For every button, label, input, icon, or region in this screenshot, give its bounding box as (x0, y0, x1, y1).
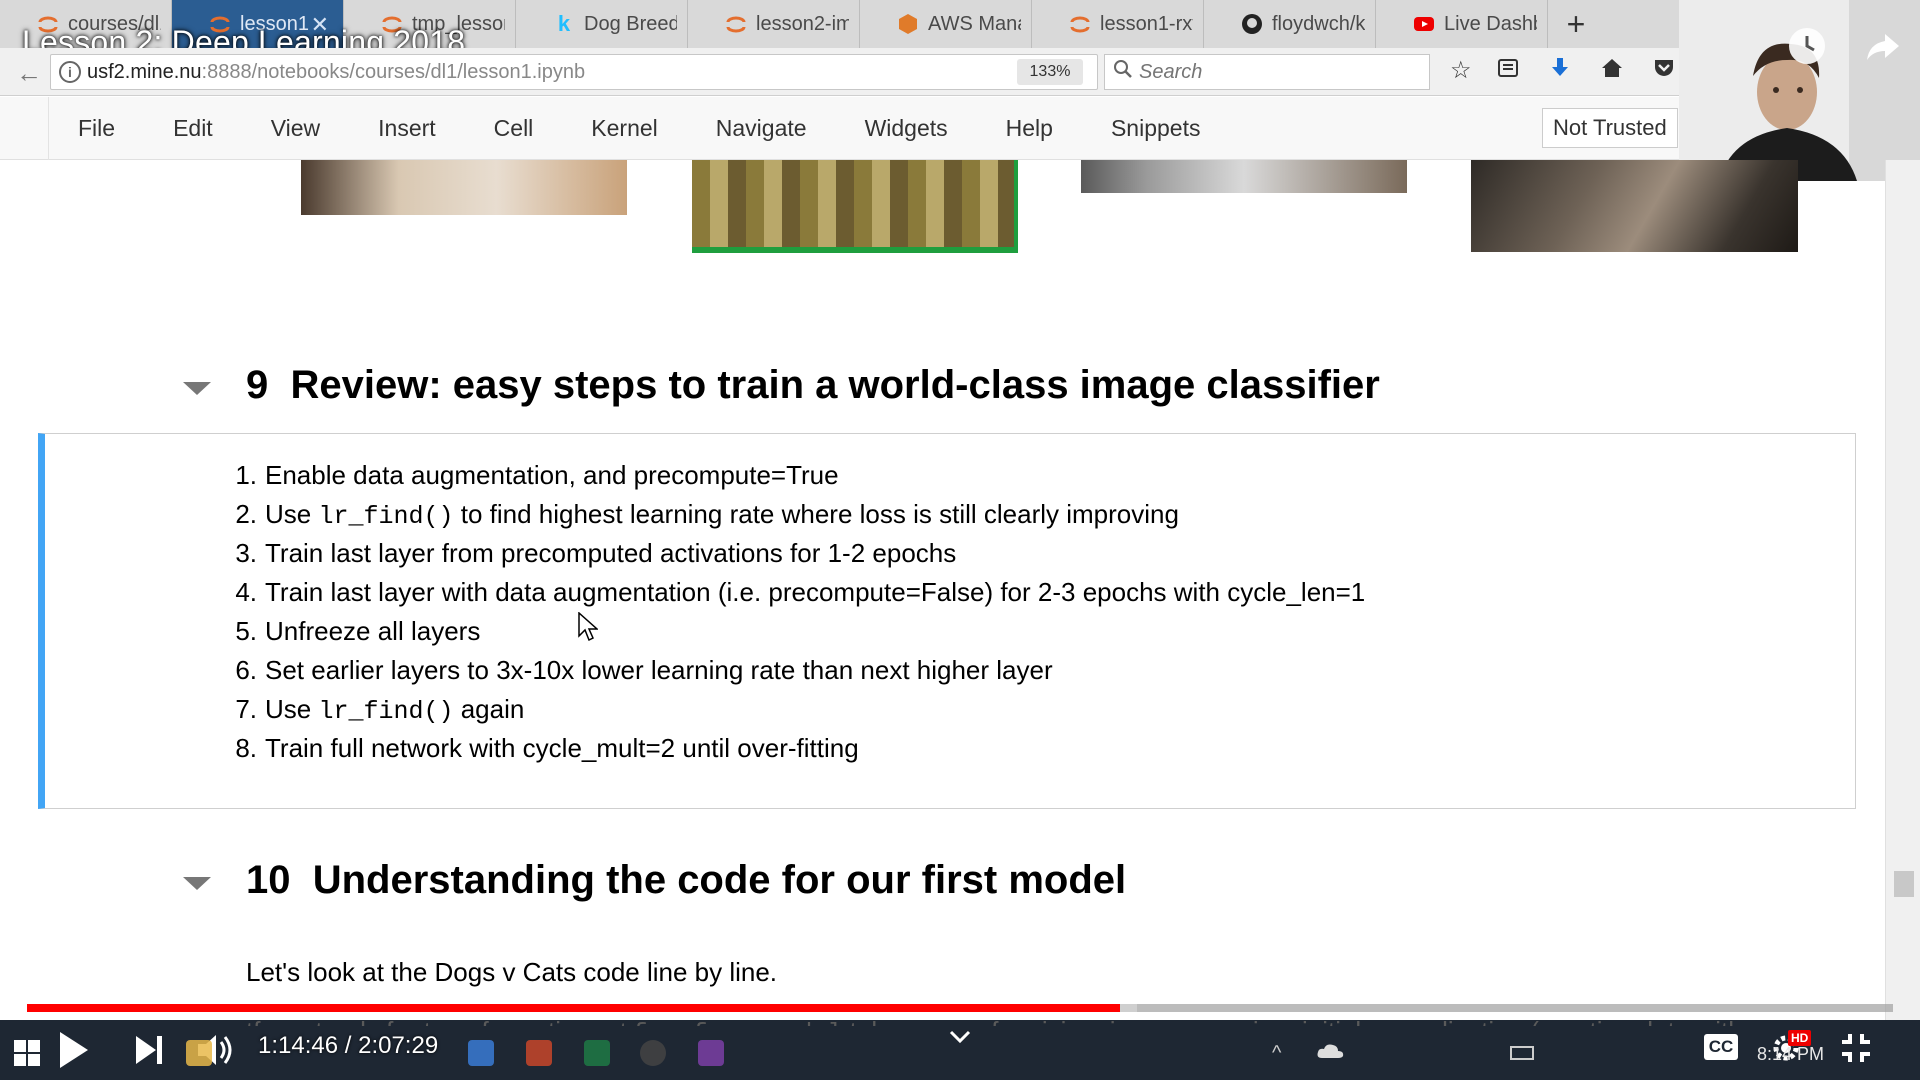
vertical-scrollbar[interactable] (1885, 160, 1920, 1030)
store-icon[interactable] (468, 1040, 494, 1066)
onedrive-cloud-icon[interactable] (1316, 1042, 1344, 1065)
search-box[interactable] (1104, 54, 1430, 90)
jupyter-menubar: File Edit View Insert Cell Kernel Naviga… (0, 97, 1920, 160)
windows-start-icon[interactable] (14, 1040, 40, 1071)
zoom-level[interactable]: 133% (1017, 59, 1083, 85)
output-image-dog (301, 160, 627, 215)
home-icon[interactable] (1600, 56, 1624, 87)
video-timecode: 1:14:46 / 2:07:29 (258, 1032, 439, 1059)
tab-floydwch[interactable]: floydwch/kag (1204, 0, 1376, 48)
output-image-cat-bed (1081, 160, 1407, 193)
menu-file[interactable]: File (49, 115, 144, 142)
list-item: 3. Train last layer from precomputed acti… (235, 538, 957, 568)
tab-label: lesson2-image (756, 12, 849, 35)
share-arrow-icon[interactable] (1863, 26, 1903, 71)
url-path: :8888/notebooks/courses/dl1/lesson1.ipyn… (201, 61, 586, 83)
exit-fullscreen-icon[interactable] (1840, 1032, 1872, 1069)
scrollbar-thumb[interactable] (1894, 871, 1914, 897)
url-bar[interactable]: i usf2.mine.nu:8888/notebooks/courses/dl… (50, 54, 1121, 90)
jupyter-icon (725, 13, 747, 35)
section-title: Understanding the code for our first mod… (312, 858, 1127, 902)
intro-paragraph: Let's look at the Dogs v Cats code line … (246, 957, 778, 987)
menu-edit[interactable]: Edit (144, 115, 242, 142)
output-image-pixelated (692, 160, 1018, 253)
tab-aws-manager[interactable]: AWS Manager (860, 0, 1032, 48)
tab-dog-breed[interactable]: k Dog Breed Ide (516, 0, 688, 48)
menu-insert[interactable]: Insert (349, 115, 465, 142)
reading-list-icon[interactable] (1496, 56, 1520, 87)
info-icon[interactable]: i (59, 61, 81, 83)
output-image-fur (1471, 160, 1798, 252)
tab-label: floydwch/kag (1272, 12, 1365, 35)
inline-code: lr_find() (318, 697, 454, 726)
tab-label: AWS Manager (928, 12, 1021, 35)
menu-list: File Edit View Insert Cell Kernel Naviga… (48, 97, 1229, 160)
section-title: Review: easy steps to train a world-clas… (290, 363, 1380, 407)
inline-code: lr_find() (318, 502, 454, 531)
tab-label: Live Dashboar (1444, 12, 1537, 35)
tab-label: Dog Breed Ide (584, 12, 677, 35)
collapse-section-10-icon[interactable] (183, 877, 211, 890)
watch-later-clock-icon[interactable] (1787, 26, 1827, 71)
list-item: 4. Train last layer with data augmentatio… (235, 577, 1366, 607)
current-time: 1:14:46 (258, 1032, 339, 1059)
star-bookmark-icon[interactable]: ☆ (1450, 56, 1472, 85)
mouse-cursor-icon (578, 611, 599, 647)
closed-captions-button[interactable]: CC (1704, 1034, 1738, 1060)
section-number: 10 (246, 858, 291, 902)
chevron-down-icon[interactable] (949, 1030, 971, 1049)
jupyter-icon (1069, 13, 1091, 35)
file-explorer-icon[interactable] (186, 1040, 212, 1066)
list-item: 6. Set earlier layers to 3x-10x lower lea… (235, 655, 1053, 685)
list-item: 8. Train full network with cycle_mult=2 u… (235, 733, 859, 763)
pocket-icon[interactable] (1652, 56, 1676, 87)
section-9-heading: 9 Review: easy steps to train a world-cl… (246, 363, 1380, 408)
tray-battery-icon[interactable] (1510, 1046, 1534, 1060)
system-clock: 8:14 PM (1757, 1044, 1825, 1064)
list-item: 1. Enable data augmentation, and precompu… (235, 460, 839, 490)
list-item: 5. Unfreeze all layers (235, 616, 481, 646)
section-number: 9 (246, 363, 269, 407)
excel-icon[interactable] (584, 1040, 610, 1066)
obs-icon[interactable] (640, 1040, 666, 1066)
video-progress-played (27, 1004, 1120, 1012)
youtube-icon (1413, 13, 1435, 35)
search-input[interactable] (1139, 59, 1419, 85)
menu-help[interactable]: Help (977, 115, 1082, 142)
collapse-section-9-icon[interactable] (183, 382, 211, 395)
tab-lesson1-rxt50[interactable]: lesson1-rxt50 (1032, 0, 1204, 48)
new-tab-plus-icon[interactable]: + (1548, 0, 1604, 48)
tray-chevron-up-icon[interactable]: ^ (1272, 1042, 1281, 1065)
play-icon[interactable] (56, 1030, 90, 1075)
menu-widgets[interactable]: Widgets (836, 115, 977, 142)
menu-kernel[interactable]: Kernel (562, 115, 686, 142)
aws-icon (897, 13, 919, 35)
notebook-content: 9 Review: easy steps to train a world-cl… (0, 160, 1920, 1000)
not-trusted-indicator[interactable]: Not Trusted (1542, 108, 1678, 148)
list-item: 2. Use lr_find() to find highest learning… (235, 499, 1179, 531)
kaggle-icon: k (557, 11, 571, 36)
total-duration: 2:07:29 (358, 1032, 439, 1059)
list-item: 7. Use lr_find() again (235, 694, 525, 726)
tab-lesson2-image[interactable]: lesson2-image (688, 0, 860, 48)
menu-navigate[interactable]: Navigate (687, 115, 836, 142)
github-icon (1241, 13, 1263, 35)
menu-snippets[interactable]: Snippets (1082, 115, 1230, 142)
tab-live-dashboard[interactable]: Live Dashboar (1376, 0, 1548, 48)
tab-label: lesson1-rxt50 (1100, 12, 1193, 35)
menu-view[interactable]: View (242, 115, 349, 142)
powerpoint-icon[interactable] (526, 1040, 552, 1066)
search-icon (1113, 59, 1133, 85)
back-arrow-icon[interactable]: ← (16, 58, 42, 89)
section-10-heading: 10 Understanding the code for our first … (246, 858, 1126, 903)
navigation-toolbar: ← i usf2.mine.nu:8888/notebooks/courses/… (0, 48, 1920, 96)
onenote-icon[interactable] (698, 1040, 724, 1066)
download-arrow-icon[interactable] (1548, 56, 1572, 87)
url-text: usf2.mine.nu:8888/notebooks/courses/dl1/… (87, 61, 585, 84)
presenter-webcam-overlay (1679, 0, 1920, 181)
menu-cell[interactable]: Cell (465, 115, 563, 142)
url-host: usf2.mine.nu (87, 61, 202, 83)
next-video-icon[interactable] (134, 1034, 164, 1071)
